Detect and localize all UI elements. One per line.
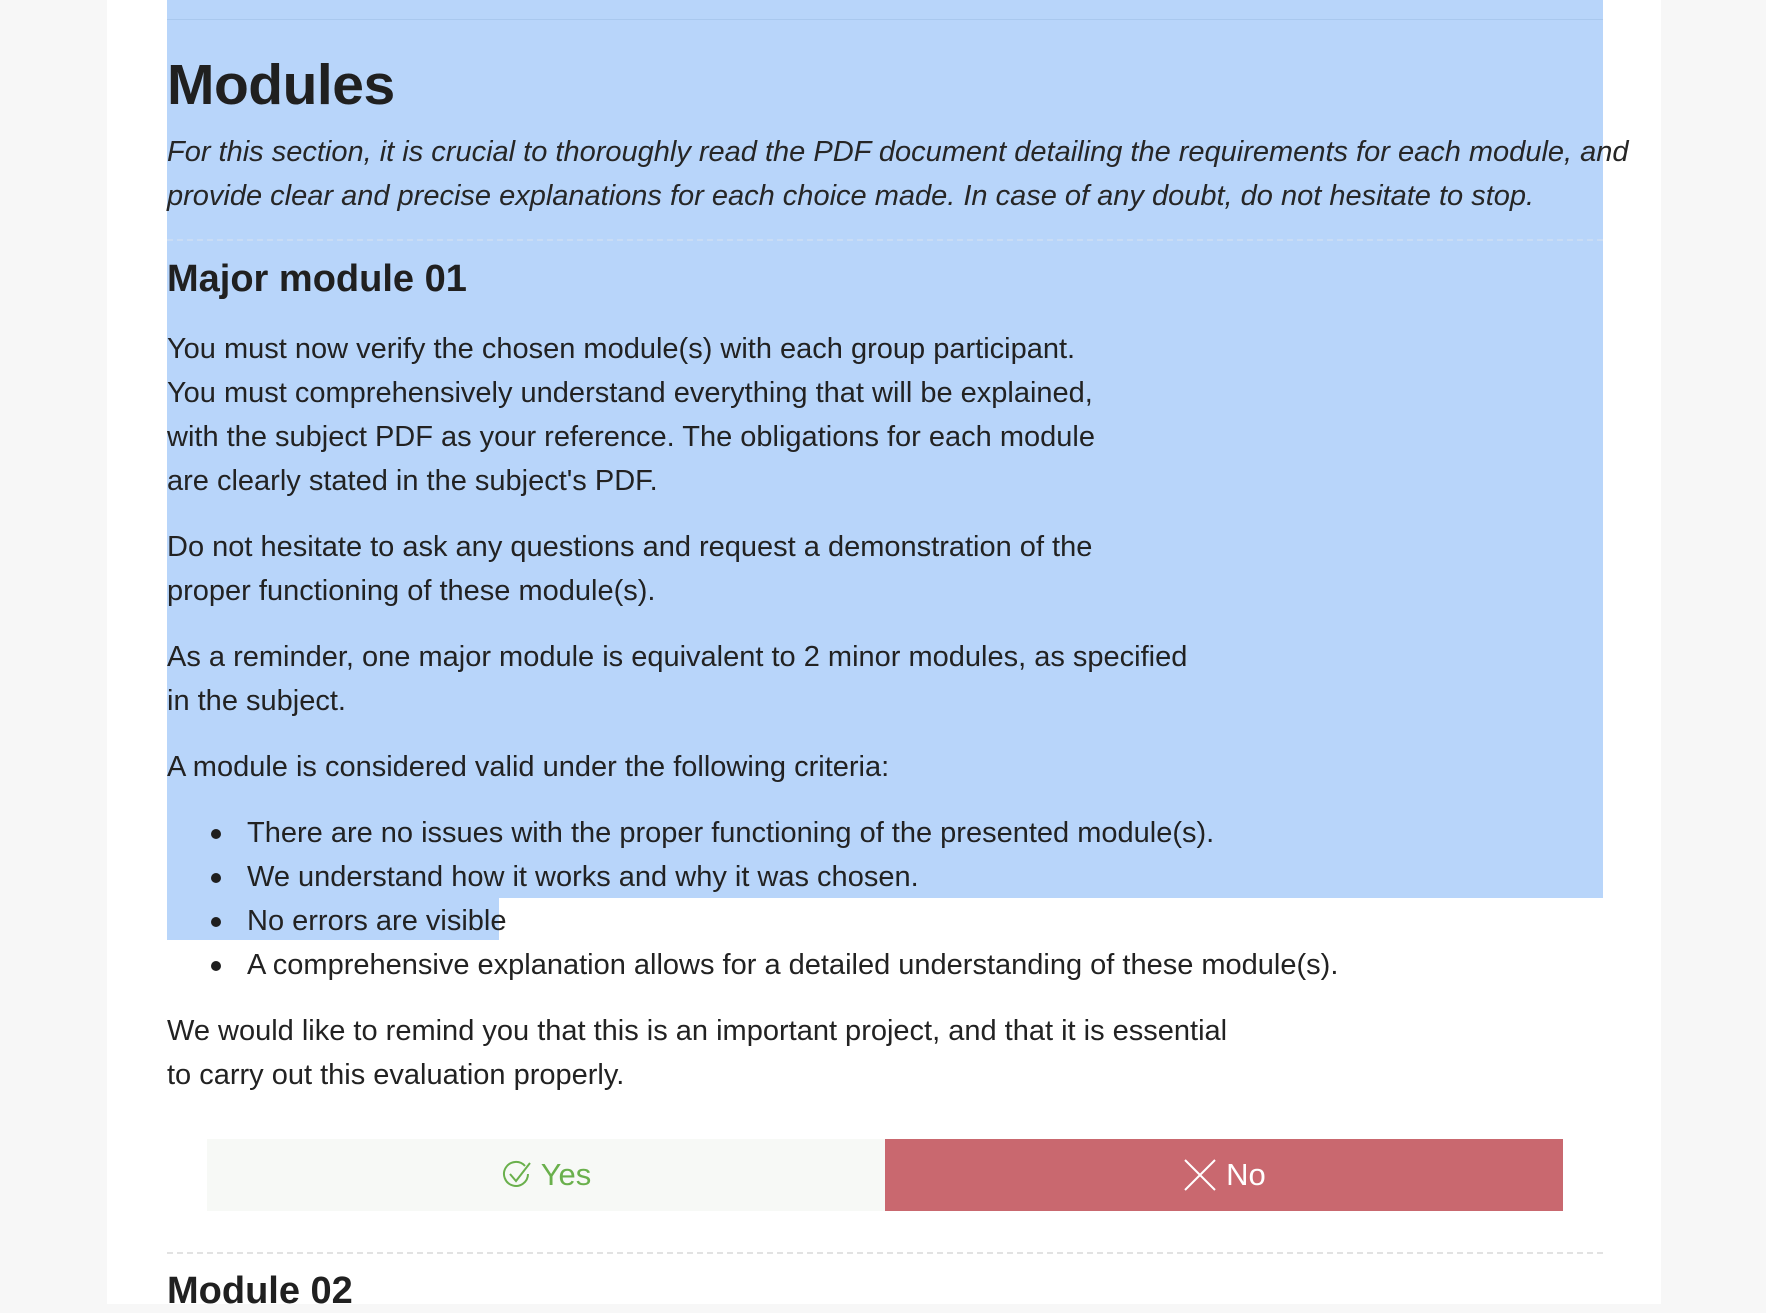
criteria-text: No errors are visible xyxy=(247,905,507,937)
next-module-title: Module 02 xyxy=(167,1270,353,1312)
paragraph-line: Do not hesitate to ask any questions and… xyxy=(167,531,1093,563)
paragraph-line: You must now verify the chosen module(s)… xyxy=(167,333,1076,365)
bullet-icon xyxy=(211,829,221,839)
closing-paragraph: We would like to remind you that this is… xyxy=(167,1009,1227,1097)
paragraph-line: with the subject PDF as your reference. … xyxy=(167,421,1095,453)
paragraph-line: are clearly stated in the subject's PDF. xyxy=(167,465,658,497)
criteria-intro: A module is considered valid under the f… xyxy=(167,745,889,789)
yes-label: Yes xyxy=(540,1157,592,1192)
criteria-item: We understand how it works and why it wa… xyxy=(167,855,1338,899)
criteria-text: A comprehensive explanation allows for a… xyxy=(247,949,1339,981)
no-button[interactable]: No xyxy=(885,1139,1563,1211)
paragraph-line: We would like to remind you that this is… xyxy=(167,1015,1228,1047)
paragraph-line: to carry out this evaluation properly. xyxy=(167,1059,625,1091)
major-module-title: Major module 01 xyxy=(167,258,467,300)
criteria-item: There are no issues with the proper func… xyxy=(167,811,1338,855)
reminder-paragraph: As a reminder, one major module is equiv… xyxy=(167,635,1187,723)
bullet-icon xyxy=(211,917,221,927)
intro-line: For this section, it is crucial to thoro… xyxy=(167,136,1629,168)
section-title: Modules xyxy=(167,53,395,117)
criteria-item: A comprehensive explanation allows for a… xyxy=(167,943,1338,987)
section-divider xyxy=(167,239,1603,241)
paragraph-line: A module is considered valid under the f… xyxy=(167,751,890,783)
section-intro: For this section, it is crucial to thoro… xyxy=(167,130,1629,218)
x-icon xyxy=(1182,1157,1218,1193)
bullet-icon xyxy=(211,873,221,883)
criteria-list: There are no issues with the proper func… xyxy=(167,811,1338,987)
check-circle-icon xyxy=(501,1159,533,1191)
paragraph-line: You must comprehensively understand ever… xyxy=(167,377,1093,409)
vote-bar: Yes No xyxy=(207,1139,1563,1211)
bullet-icon xyxy=(211,961,221,971)
paragraph-line: in the subject. xyxy=(167,685,346,717)
paragraph-line: proper functioning of these module(s). xyxy=(167,575,656,607)
intro-line: provide clear and precise explanations f… xyxy=(167,180,1535,212)
criteria-text: There are no issues with the proper func… xyxy=(247,817,1215,849)
instructions-paragraph: You must now verify the chosen module(s)… xyxy=(167,327,1095,503)
no-label: No xyxy=(1226,1157,1266,1192)
questions-paragraph: Do not hesitate to ask any questions and… xyxy=(167,525,1092,613)
section-divider xyxy=(167,1252,1603,1254)
criteria-text: We understand how it works and why it wa… xyxy=(247,861,919,893)
criteria-item: No errors are visible xyxy=(167,899,1338,943)
top-divider xyxy=(167,19,1603,20)
paragraph-line: As a reminder, one major module is equiv… xyxy=(167,641,1188,673)
yes-button[interactable]: Yes xyxy=(207,1139,885,1211)
